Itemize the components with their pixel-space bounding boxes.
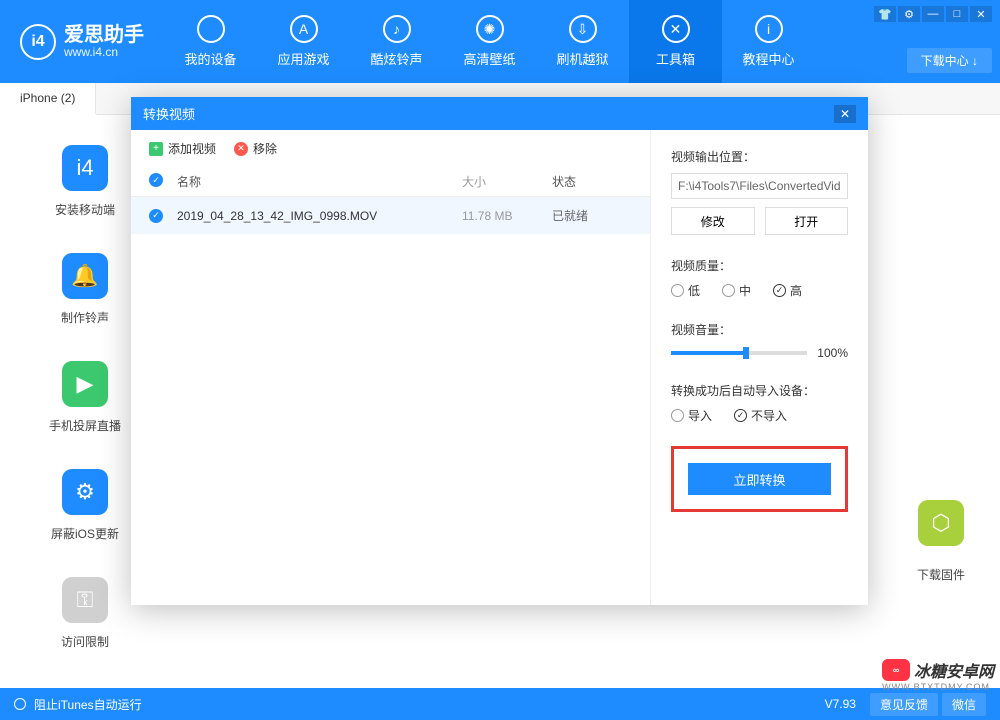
video-row[interactable]: ✓ 2019_04_28_13_42_IMG_0998.MOV 11.78 MB… — [131, 197, 650, 234]
nav-jailbreak[interactable]: ⇩刷机越狱 — [536, 0, 629, 83]
plus-icon: + — [149, 142, 163, 156]
settings-panel: 视频输出位置： 修改 打开 视频质量： 低 中 高 视频音量： — [651, 130, 868, 605]
row-size: 11.78 MB — [462, 209, 552, 223]
i4-icon: i4 — [62, 145, 108, 191]
import-no-radio[interactable]: 不导入 — [734, 407, 787, 424]
convert-video-modal: 转换视频 ✕ +添加视频 ✕移除 ✓ 名称 大小 状态 ✓ 2019_04_28… — [131, 97, 868, 605]
quality-high-radio[interactable]: 高 — [773, 282, 802, 299]
watermark-logo-icon: ∞ — [882, 659, 910, 681]
output-path-input[interactable] — [671, 173, 848, 199]
remove-video-button[interactable]: ✕移除 — [234, 140, 277, 157]
play-icon: ▶ — [62, 361, 108, 407]
volume-label: 视频音量： — [671, 321, 848, 338]
nav-wallpapers[interactable]: ✺高清壁纸 — [443, 0, 536, 83]
gear-icon: ⚙ — [62, 469, 108, 515]
tool-block-ios-update[interactable]: ⚙屏蔽iOS更新 — [30, 469, 140, 542]
convert-now-button[interactable]: 立即转换 — [688, 463, 831, 495]
col-status[interactable]: 状态 — [552, 173, 632, 190]
feedback-button[interactable]: 意见反馈 — [870, 693, 938, 716]
quality-label: 视频质量： — [671, 257, 848, 274]
sun-icon: ✺ — [476, 15, 504, 43]
apple-icon — [197, 15, 225, 43]
list-header: ✓ 名称 大小 状态 — [131, 167, 650, 197]
window-controls: 👕 ⚙ — □ ✕ 下载中心 ↓ — [866, 0, 1000, 79]
tool-make-ringtone[interactable]: 🔔制作铃声 — [30, 253, 140, 326]
appstore-icon: A — [290, 15, 318, 43]
volume-slider[interactable] — [671, 351, 807, 355]
x-icon: ✕ — [234, 142, 248, 156]
tab-iphone[interactable]: iPhone (2) — [0, 83, 96, 115]
quality-mid-radio[interactable]: 中 — [722, 282, 751, 299]
volume-value: 100% — [817, 346, 848, 360]
nav-apps-games[interactable]: A应用游戏 — [257, 0, 350, 83]
block-itunes-toggle[interactable]: 阻止iTunes自动运行 — [34, 696, 142, 713]
logo: i4 爱思助手 www.i4.cn — [20, 24, 144, 60]
row-checkbox[interactable]: ✓ — [149, 209, 163, 223]
modal-title: 转换视频 — [143, 104, 195, 123]
bell-icon: ♪ — [383, 15, 411, 43]
download-center-button[interactable]: 下载中心 ↓ — [907, 48, 992, 73]
maximize-button[interactable]: □ — [946, 6, 968, 22]
close-button[interactable]: ✕ — [970, 6, 992, 22]
modify-button[interactable]: 修改 — [671, 207, 755, 235]
app-header: i4 爱思助手 www.i4.cn 我的设备 A应用游戏 ♪酷炫铃声 ✺高清壁纸… — [0, 0, 1000, 83]
open-button[interactable]: 打开 — [765, 207, 849, 235]
col-name[interactable]: 名称 — [177, 173, 462, 190]
app-title: 爱思助手 — [64, 25, 144, 45]
tool-download-firmware[interactable]: ⬡ 下载固件 — [917, 500, 965, 583]
output-path-label: 视频输出位置： — [671, 148, 848, 165]
main-nav: 我的设备 A应用游戏 ♪酷炫铃声 ✺高清壁纸 ⇩刷机越狱 ✕工具箱 i教程中心 — [164, 0, 815, 83]
tool-access-restrict[interactable]: ⚿访问限制 — [30, 577, 140, 650]
quality-low-radio[interactable]: 低 — [671, 282, 700, 299]
select-all-checkbox[interactable]: ✓ — [149, 173, 163, 187]
wechat-button[interactable]: 微信 — [942, 693, 986, 716]
nav-toolbox[interactable]: ✕工具箱 — [629, 0, 722, 83]
video-list-panel: +添加视频 ✕移除 ✓ 名称 大小 状态 ✓ 2019_04_28_13_42_… — [131, 130, 651, 605]
tool-install-mobile[interactable]: i4安装移动端 — [30, 145, 140, 218]
row-filename: 2019_04_28_13_42_IMG_0998.MOV — [177, 209, 462, 223]
cube-icon: ⬡ — [918, 500, 964, 546]
import-yes-radio[interactable]: 导入 — [671, 407, 712, 424]
bell-icon: 🔔 — [62, 253, 108, 299]
info-icon: i — [755, 15, 783, 43]
toggle-icon[interactable] — [14, 698, 26, 710]
download-icon: ⇩ — [569, 15, 597, 43]
autoimport-label: 转换成功后自动导入设备： — [671, 382, 848, 399]
add-video-button[interactable]: +添加视频 — [149, 140, 216, 157]
modal-titlebar: 转换视频 ✕ — [131, 97, 868, 130]
key-icon: ⚿ — [62, 577, 108, 623]
shirt-icon[interactable]: 👕 — [874, 6, 896, 22]
modal-close-button[interactable]: ✕ — [834, 105, 856, 123]
col-size[interactable]: 大小 — [462, 173, 552, 190]
status-bar: 阻止iTunes自动运行 V7.93 意见反馈 微信 — [0, 688, 1000, 720]
convert-highlight-box: 立即转换 — [671, 446, 848, 512]
app-subtitle: www.i4.cn — [64, 45, 144, 59]
tools-icon: ✕ — [662, 15, 690, 43]
logo-badge: i4 — [20, 24, 56, 60]
watermark-url: WWW.BTXTDMY.COM — [882, 682, 990, 692]
tool-screen-cast[interactable]: ▶手机投屏直播 — [30, 361, 140, 434]
settings-icon[interactable]: ⚙ — [898, 6, 920, 22]
minimize-button[interactable]: — — [922, 6, 944, 22]
nav-my-device[interactable]: 我的设备 — [164, 0, 257, 83]
version-label: V7.93 — [825, 697, 856, 711]
nav-ringtones[interactable]: ♪酷炫铃声 — [350, 0, 443, 83]
row-status: 已就绪 — [552, 207, 632, 224]
watermark: ∞ 冰糖安卓网 — [882, 658, 994, 682]
nav-tutorials[interactable]: i教程中心 — [722, 0, 815, 83]
